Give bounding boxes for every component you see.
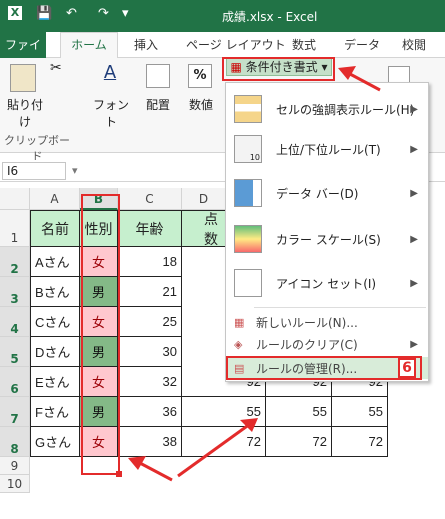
arrow-to-column-head [128, 456, 146, 470]
arrow-to-menu [177, 422, 251, 478]
arrow-to-button [349, 72, 381, 92]
annotation-arrows [128, 66, 381, 482]
arrow-to-column [137, 460, 173, 482]
arrow-to-button-head [338, 66, 356, 80]
